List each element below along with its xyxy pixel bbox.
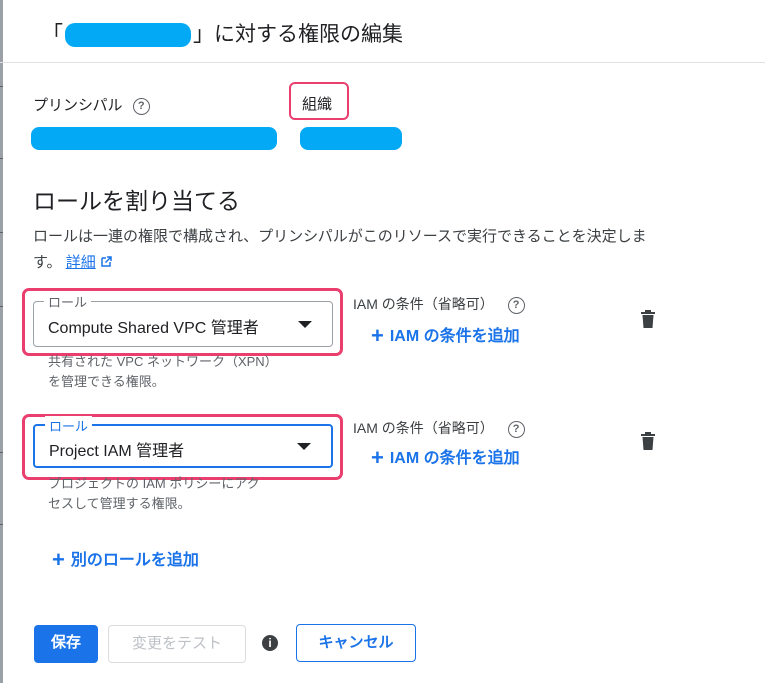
role-select-1[interactable]: ロール Compute Shared VPC 管理者 xyxy=(33,292,333,347)
delete-role-1-icon[interactable] xyxy=(640,310,656,328)
role-2-helper-line1: プロジェクトの IAM ポリシーにアク xyxy=(48,476,260,491)
title-open-bracket: 「 xyxy=(42,23,63,46)
condition-label-2-text: IAM の条件（省略可） xyxy=(353,420,494,436)
plus-icon: + xyxy=(371,323,384,348)
learn-more-link[interactable]: 詳細 xyxy=(66,254,96,271)
plus-icon: + xyxy=(52,547,65,572)
principal-label-row: プリンシパル ? xyxy=(33,94,150,115)
role-2-helper: プロジェクトの IAM ポリシーにアク セスして管理する権限。 xyxy=(48,474,260,514)
add-condition-1-label: IAM の条件を追加 xyxy=(389,328,520,345)
title-suffix: 」に対する権限の編集 xyxy=(193,23,403,46)
info-icon[interactable]: i xyxy=(262,635,278,651)
left-edge-strip xyxy=(0,0,3,683)
role-1-helper-line2: を管理できる権限。 xyxy=(48,374,165,389)
delete-role-2-icon[interactable] xyxy=(640,432,656,450)
help-circle-icon[interactable]: ? xyxy=(507,296,525,314)
role-1-helper: 共有された VPC ネットワーク（XPN） を管理できる権限。 xyxy=(48,352,278,392)
external-link-icon xyxy=(101,256,112,267)
org-label: 組織 xyxy=(302,96,333,113)
redacted-org-value xyxy=(300,127,402,150)
role-2-legend: ロール xyxy=(45,416,93,435)
condition-label-1-text: IAM の条件（省略可） xyxy=(353,296,494,312)
help-circle-icon[interactable]: ? xyxy=(507,420,525,438)
chevron-down-icon xyxy=(297,443,311,450)
add-role-label: 別のロールを追加 xyxy=(70,552,199,569)
plus-icon: + xyxy=(371,445,384,470)
add-condition-2-label: IAM の条件を追加 xyxy=(389,450,520,467)
role-select-2[interactable]: ロール Project IAM 管理者 xyxy=(33,416,333,468)
add-condition-button-1[interactable]: + IAM の条件を追加 xyxy=(371,322,520,349)
learn-more-label: 詳細 xyxy=(65,254,96,271)
role-1-legend: ロール xyxy=(44,292,92,311)
role-2-helper-line2: セスして管理する権限。 xyxy=(48,496,191,511)
cancel-button[interactable]: キャンセル xyxy=(296,624,416,662)
condition-label-2: IAM の条件（省略可） ? xyxy=(353,418,525,438)
save-button[interactable]: 保存 xyxy=(34,625,98,663)
chevron-down-icon xyxy=(298,321,312,328)
assign-roles-description: ロールは一連の権限で構成され、プリンシパルがこのリソースで実行できることを決定し… xyxy=(33,224,673,276)
help-circle-icon[interactable]: ? xyxy=(132,97,150,115)
condition-label-1: IAM の条件（省略可） ? xyxy=(353,294,525,314)
role-1-helper-line1: 共有された VPC ネットワーク（XPN） xyxy=(48,354,278,369)
role-1-value: Compute Shared VPC 管理者 xyxy=(48,320,259,337)
assign-roles-title: ロールを割り当てる xyxy=(33,188,240,214)
test-changes-button[interactable]: 変更をテスト xyxy=(108,625,246,663)
add-condition-button-2[interactable]: + IAM の条件を追加 xyxy=(371,444,520,471)
role-2-value: Project IAM 管理者 xyxy=(49,443,185,460)
redacted-resource-name xyxy=(65,23,191,48)
dialog-title: 「 」に対する権限の編集 xyxy=(42,18,403,48)
description-text: ロールは一連の権限で構成され、プリンシパルがこのリソースで実行できることを決定し… xyxy=(33,228,647,271)
add-another-role-button[interactable]: + 別のロールを追加 xyxy=(52,546,199,573)
redacted-principal-value xyxy=(31,127,277,150)
header-divider xyxy=(0,62,765,63)
principal-label: プリンシパル xyxy=(33,97,123,114)
